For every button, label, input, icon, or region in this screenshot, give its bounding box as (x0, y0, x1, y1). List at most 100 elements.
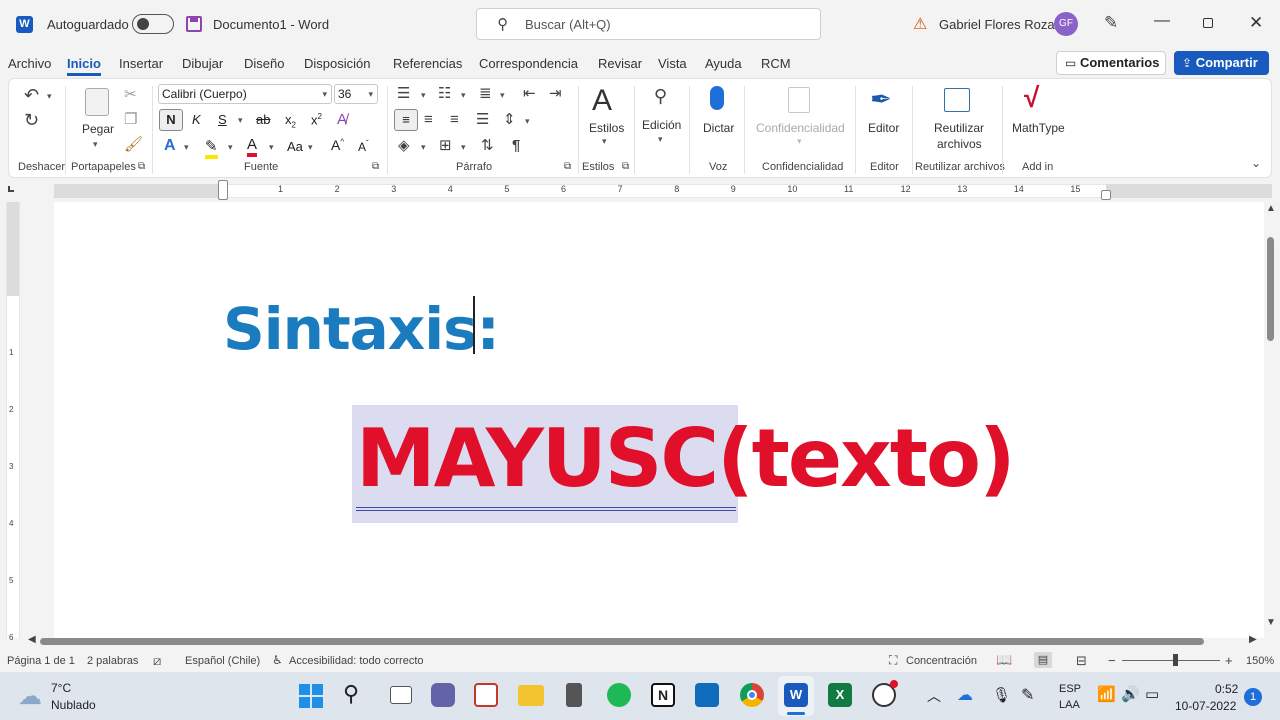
save-icon[interactable] (186, 16, 202, 32)
search-box[interactable]: ⚲ Buscar (Alt+Q) (476, 8, 821, 40)
paragraph-launcher-icon[interactable]: ⧉ (564, 162, 571, 172)
clock-time[interactable]: 0:52 (1215, 682, 1238, 696)
line-spacing-icon[interactable]: ⇕ (503, 112, 516, 127)
underline-button[interactable]: S (218, 112, 227, 127)
tab-selector-icon[interactable] (8, 186, 14, 192)
superscript-icon[interactable]: x2 (311, 112, 322, 127)
language-status[interactable]: Español (Chile) (185, 655, 260, 667)
text-effects-icon[interactable]: A (164, 137, 176, 155)
bullets-icon[interactable]: ☰ (397, 86, 410, 101)
windows-start-icon[interactable] (299, 684, 323, 708)
notion-icon[interactable]: N (651, 683, 675, 707)
excel-icon[interactable]: X (828, 683, 852, 707)
proofing-icon[interactable]: ⧄ (153, 653, 161, 669)
autosave-toggle[interactable] (132, 14, 174, 34)
focus-icon[interactable]: ⛶ (889, 653, 897, 668)
find-icon[interactable]: ⚲ (654, 86, 667, 107)
accessibility-icon[interactable]: ♿ (272, 653, 283, 667)
zoom-in-icon[interactable]: + (1225, 653, 1233, 668)
italic-button[interactable]: K (192, 112, 201, 127)
undo-dropdown-icon[interactable]: ▾ (47, 92, 52, 101)
document-page[interactable]: Sintaxis: MAYUSC(texto) (54, 202, 1264, 638)
clock-date[interactable]: 10-07-2022 (1175, 699, 1236, 713)
spotify-icon[interactable] (607, 683, 631, 707)
tab-rcm[interactable]: RCM (761, 56, 791, 71)
underline-dropdown-icon[interactable]: ▾ (238, 116, 243, 125)
horizontal-scrollbar-thumb[interactable] (40, 638, 1204, 645)
focus-mode-label[interactable]: Concentración (906, 655, 977, 667)
scroll-down-icon[interactable]: ▼ (1266, 618, 1276, 628)
mathtype-button-label[interactable]: MathType (1012, 121, 1065, 135)
scroll-up-icon[interactable]: ▲ (1266, 204, 1276, 214)
zoom-slider-track[interactable] (1122, 660, 1220, 661)
highlight-icon[interactable]: ✎ (205, 137, 218, 159)
multilevel-dropdown-icon[interactable]: ▾ (500, 91, 505, 100)
right-indent-marker-icon[interactable] (1101, 190, 1111, 200)
tab-insertar[interactable]: Insertar (119, 56, 163, 71)
paste-dropdown-icon[interactable]: ▾ (93, 140, 98, 149)
ribbon-collapse-icon[interactable]: ⌄ (1251, 157, 1261, 169)
justify-icon[interactable]: ☰ (476, 112, 489, 127)
chevron-up-icon[interactable]: ︿ (927, 686, 941, 706)
wifi-icon[interactable]: 📶 (1097, 685, 1116, 703)
text-effects-dropdown-icon[interactable]: ▾ (184, 143, 189, 152)
close-icon[interactable]: ✕ (1249, 13, 1263, 33)
lang-bottom[interactable]: LAA (1059, 699, 1080, 711)
numbering-dropdown-icon[interactable]: ▾ (461, 91, 466, 100)
weather-desc[interactable]: Nublado (51, 698, 96, 712)
zoom-out-icon[interactable]: − (1108, 653, 1116, 668)
page-count[interactable]: Página 1 de 1 (7, 655, 75, 667)
mathtype-icon[interactable]: √ (1024, 82, 1039, 114)
undo-icon[interactable]: ↶ (24, 86, 39, 104)
sort-icon[interactable]: ⇅ (481, 138, 494, 153)
lang-top[interactable]: ESP (1059, 683, 1081, 695)
read-mode-icon[interactable]: 📖 (996, 652, 1012, 668)
accessibility-status[interactable]: Accesibilidad: todo correcto (289, 655, 424, 667)
font-size-select[interactable]: 36 ▾ (334, 84, 378, 104)
font-color-icon[interactable]: A (247, 136, 258, 157)
restore-icon[interactable] (1203, 18, 1213, 28)
styles-dropdown-icon[interactable]: ▾ (602, 137, 607, 146)
copy-icon[interactable]: ❐ (124, 112, 137, 127)
styles-icon[interactable]: A (592, 84, 612, 118)
tab-referencias[interactable]: Referencias (393, 56, 462, 71)
snipping-tool-icon[interactable] (474, 683, 498, 707)
calculator-icon[interactable] (566, 683, 582, 707)
highlight-dropdown-icon[interactable]: ▾ (228, 143, 233, 152)
font-color-dropdown-icon[interactable]: ▾ (269, 143, 274, 152)
share-button[interactable]: ⇪ Compartir (1174, 51, 1269, 75)
decrease-indent-icon[interactable]: ⇤ (523, 86, 536, 101)
tab-ayuda[interactable]: Ayuda (705, 56, 742, 71)
grow-font-icon[interactable]: A^ (331, 137, 344, 153)
volume-icon[interactable]: 🔊 (1121, 685, 1140, 703)
borders-icon[interactable]: ⊞ (439, 138, 452, 153)
tab-inicio[interactable]: Inicio (67, 56, 101, 76)
tab-archivo[interactable]: Archivo (8, 56, 51, 71)
outlook-icon[interactable] (695, 683, 719, 707)
microphone-tray-icon[interactable]: 🎙 (992, 686, 1011, 704)
shading-icon[interactable]: ◈ (398, 138, 410, 153)
multilevel-list-icon[interactable]: ≣ (479, 86, 492, 101)
change-case-button[interactable]: Aa (287, 139, 303, 154)
avatar[interactable]: GF (1054, 12, 1078, 36)
reuse-button-line2[interactable]: archivos (937, 137, 982, 151)
numbering-icon[interactable]: ☷ (438, 86, 451, 101)
warning-icon[interactable]: ⚠ (913, 14, 927, 34)
web-layout-icon[interactable]: ⊟ (1076, 653, 1087, 669)
editor-icon[interactable]: ✒ (870, 84, 892, 115)
zoom-slider-thumb[interactable] (1173, 654, 1178, 666)
styles-launcher-icon[interactable]: ⧉ (622, 162, 629, 172)
align-left-button[interactable]: ≡ (394, 109, 418, 131)
paste-icon[interactable] (85, 88, 109, 116)
microphone-icon[interactable] (710, 86, 724, 110)
pilcrow-icon[interactable]: ¶ (512, 138, 520, 153)
dictate-button-label[interactable]: Dictar (703, 121, 734, 135)
onedrive-icon[interactable]: ☁ (957, 685, 973, 705)
editing-button-label[interactable]: Edición (642, 118, 681, 132)
formula-rest[interactable]: texto) (752, 412, 1016, 505)
zoom-level[interactable]: 150% (1246, 655, 1274, 667)
tab-diseno[interactable]: Diseño (244, 56, 284, 71)
editing-dropdown-icon[interactable]: ▾ (658, 135, 663, 144)
tab-disposicion[interactable]: Disposición (304, 56, 370, 71)
styles-button-label[interactable]: Estilos (589, 121, 624, 135)
